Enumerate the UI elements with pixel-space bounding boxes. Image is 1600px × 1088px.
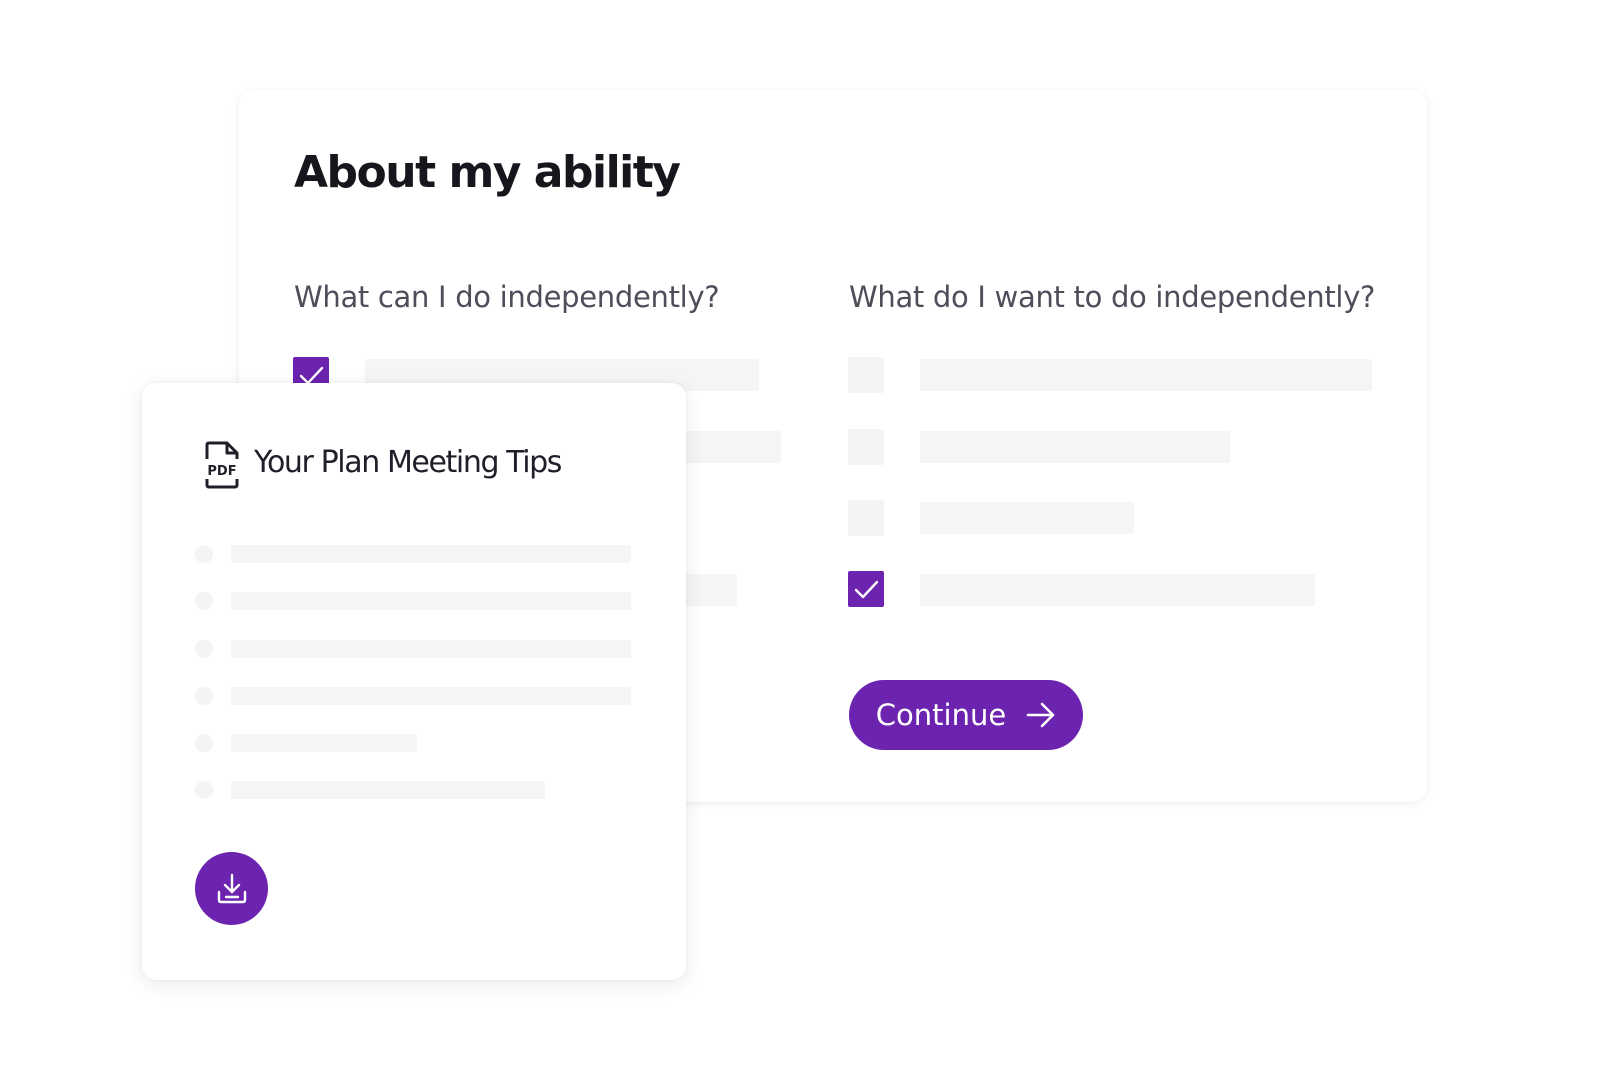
option-text-placeholder [920,431,1230,463]
tip-text-placeholder [231,545,631,563]
checkmark-icon [854,580,879,599]
option-text-placeholder [920,574,1315,606]
option-text-placeholder [920,359,1372,391]
plan-meeting-tips-card: PDF Your Plan Meeting Tips [142,383,686,980]
list-bullet [195,734,213,752]
tip-text-placeholder [231,640,631,658]
tip-text-placeholder [231,734,417,752]
list-bullet [195,545,213,563]
download-button[interactable] [195,852,268,925]
pdf-icon-label: PDF [207,464,236,479]
checkbox-want-to-do-3[interactable] [848,500,884,536]
list-bullet [195,687,213,705]
page-title: About my ability [294,147,681,198]
download-icon [217,873,246,903]
option-text-placeholder [920,502,1134,534]
list-bullet [195,640,213,658]
question-want-to-do: What do I want to do independently? [849,280,1376,314]
tip-text-placeholder [231,781,545,799]
checkbox-want-to-do-4[interactable] [848,571,884,607]
list-bullet [195,781,213,799]
checkbox-want-to-do-2[interactable] [848,429,884,465]
page: About my ability What can I do independe… [0,0,1600,1088]
list-bullet [195,592,213,610]
checkbox-want-to-do-1[interactable] [848,357,884,393]
tip-text-placeholder [231,687,631,705]
arrow-right-icon [1026,702,1055,728]
pdf-file-icon: PDF [205,441,239,489]
tip-text-placeholder [231,592,631,610]
continue-label: Continue [875,698,1007,732]
tips-title: Your Plan Meeting Tips [254,445,562,480]
continue-button[interactable]: Continue [849,680,1083,750]
question-can-do: What can I do independently? [294,280,720,314]
